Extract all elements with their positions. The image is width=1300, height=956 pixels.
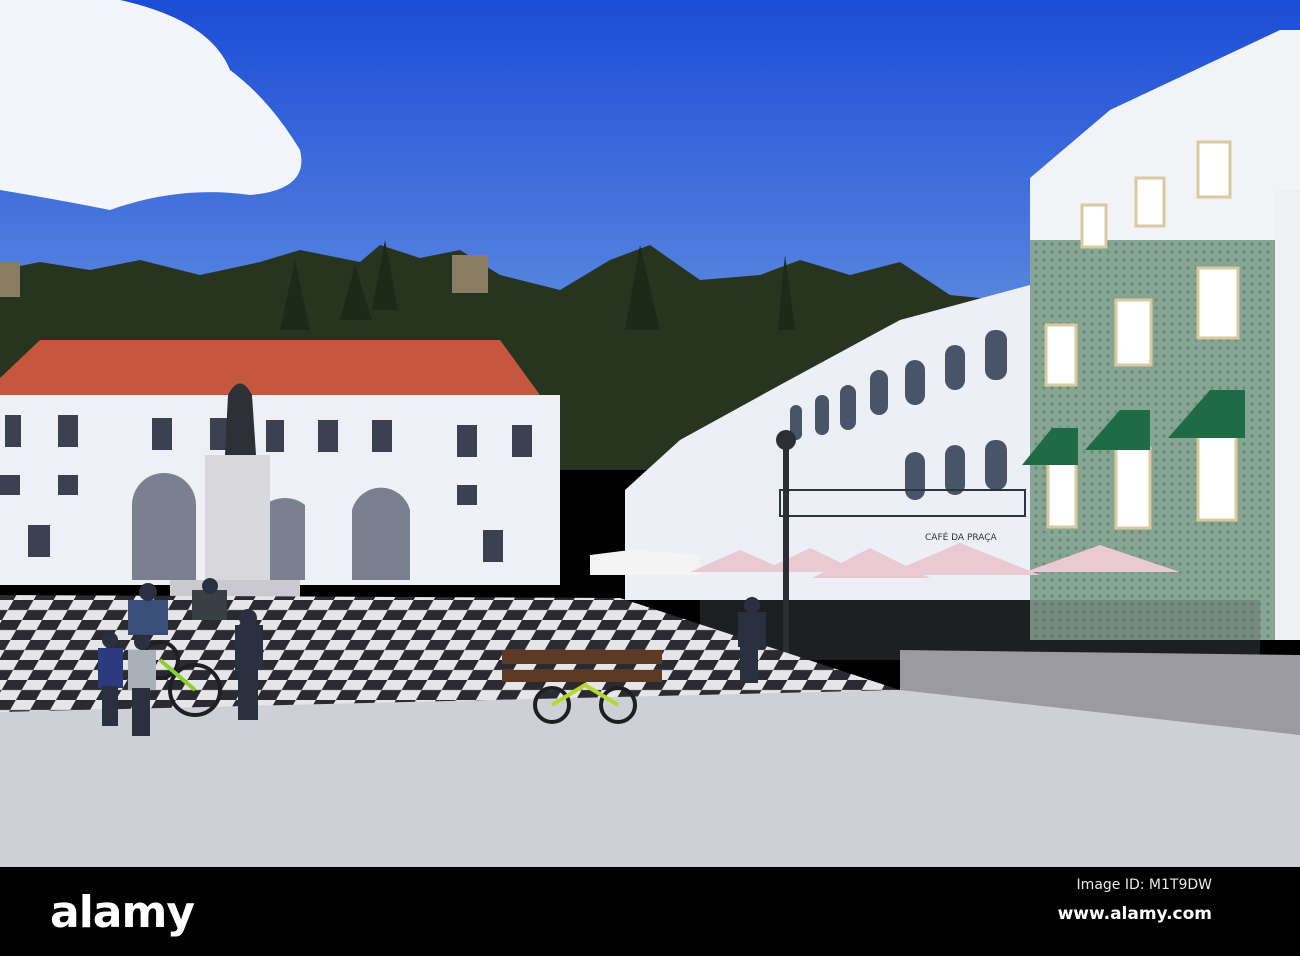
alamy-logo: alamy [50,887,195,938]
town-hall-roof [0,340,540,395]
bench [502,650,662,664]
castle-tower [452,255,488,293]
photo: CAFÉ DA PRAÇA alamy Image ID: M1T9DW www… [0,0,1300,956]
scene: CAFÉ DA PRAÇA [0,0,1300,867]
right-edge-building [1275,190,1300,640]
image-id: Image ID: M1T9DW [1076,877,1212,893]
bench-seat [502,670,662,682]
castle-wall [0,262,20,297]
lamp [776,430,796,450]
cafe-sign: CAFÉ DA PRAÇA [925,531,998,543]
site-url: www.alamy.com [1057,904,1212,924]
lamp-post [783,440,789,665]
watermark-bar: alamy Image ID: M1T9DW www.alamy.com [0,867,1300,956]
